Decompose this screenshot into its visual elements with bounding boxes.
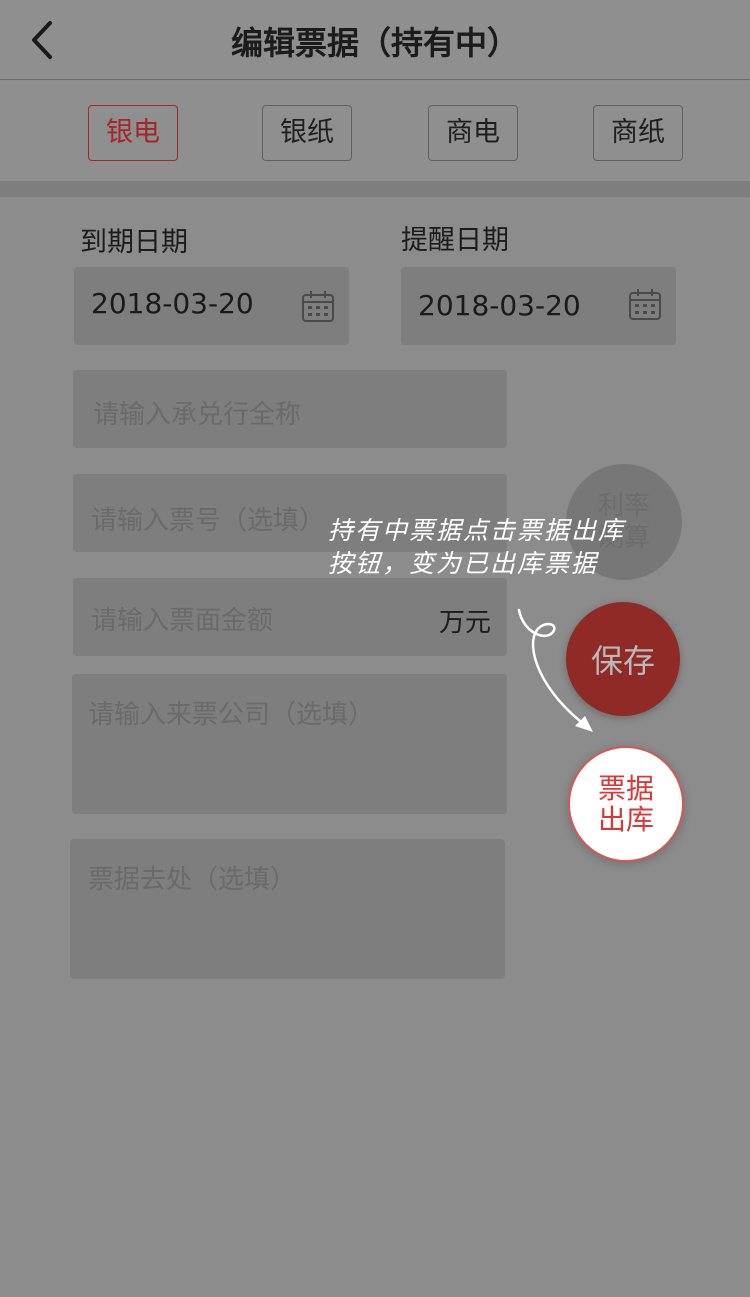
page-title: 编辑票据（持有中） xyxy=(230,24,519,62)
bill-out-button[interactable]: 票据出库 xyxy=(568,746,684,862)
amount-unit: 万元 xyxy=(438,608,491,638)
bill-destination-input[interactable]: 票据去处（选填） xyxy=(70,839,505,979)
bill-number-placeholder: 请输入票号（选填） xyxy=(91,506,326,536)
bill-out-label: 票据出库 xyxy=(597,772,654,836)
bill-destination-placeholder: 票据去处（选填） xyxy=(88,865,297,895)
source-company-placeholder: 请输入来票公司（选填） xyxy=(88,700,375,730)
tab-commercial-electronic[interactable]: 商电 xyxy=(428,105,518,161)
bill-type-bar: 银电 银纸 商电 商纸 xyxy=(0,81,750,181)
remind-date-label: 提醒日期 xyxy=(401,225,509,256)
section-divider xyxy=(0,181,750,197)
calendar-icon xyxy=(302,291,334,322)
acceptor-bank-input[interactable]: 请输入承兑行全称 xyxy=(73,370,507,448)
remind-date-field[interactable]: 2018-03-20 xyxy=(401,267,676,345)
face-amount-input[interactable]: 请输入票面金额 万元 xyxy=(73,578,507,656)
source-company-input[interactable]: 请输入来票公司（选填） xyxy=(72,674,507,814)
tab-bank-paper[interactable]: 银纸 xyxy=(262,105,352,161)
due-date-value: 2018-03-20 xyxy=(91,287,254,320)
face-amount-placeholder: 请输入票面金额 xyxy=(91,606,274,636)
tab-commercial-paper[interactable]: 商纸 xyxy=(593,105,683,161)
due-date-field[interactable]: 2018-03-20 xyxy=(74,267,349,345)
tab-bank-electronic[interactable]: 银电 xyxy=(88,105,178,161)
due-date-label: 到期日期 xyxy=(80,227,188,258)
remind-date-value: 2018-03-20 xyxy=(418,289,581,322)
guide-arrow-icon xyxy=(517,608,593,732)
calendar-icon xyxy=(629,289,661,320)
acceptor-bank-placeholder: 请输入承兑行全称 xyxy=(93,400,302,430)
guide-annotation: 持有中票据点击票据出库按钮，变为已出库票据 xyxy=(328,516,626,578)
app-header: 编辑票据（持有中） xyxy=(0,0,750,80)
